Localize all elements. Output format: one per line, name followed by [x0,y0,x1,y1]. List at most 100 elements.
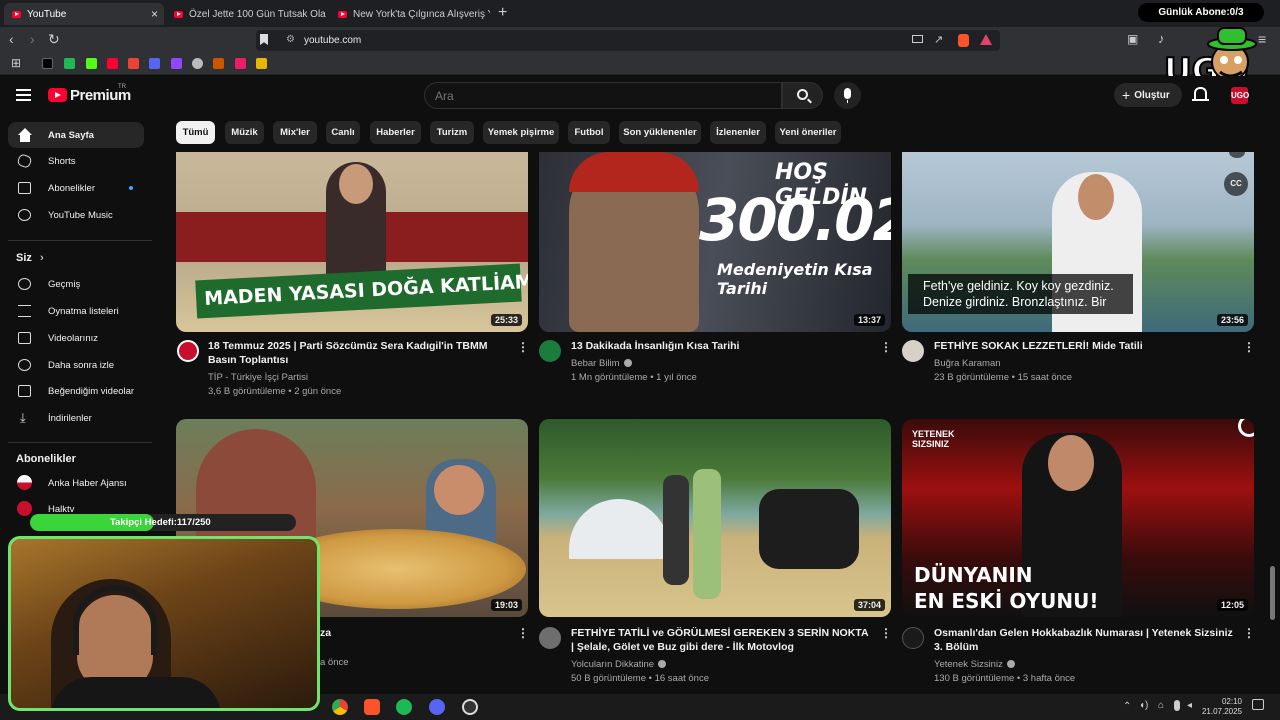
video-title[interactable]: 18 Temmuz 2025 | Parti Sözcümüz Sera Kad… [208,339,513,367]
mute-icon[interactable] [1229,152,1245,158]
chip-tourism[interactable]: Turizm [430,121,474,144]
brave-rewards-icon[interactable] [980,34,992,45]
video-title[interactable]: FETHİYE TATİLİ ve GÖRÜLMESİ GEREKEN 3 SE… [571,626,871,654]
sidebar-item-liked-videos[interactable]: Beğendiğim videolar [8,378,144,404]
channel-avatar[interactable] [539,627,561,649]
notification-center-icon[interactable] [1252,699,1264,710]
more-options-icon[interactable]: ⋮ [517,627,529,639]
sidebar-item-shorts[interactable]: Shorts [8,148,144,174]
chip-live[interactable]: Canlı [326,121,360,144]
kick-bookmark-icon[interactable] [86,58,97,69]
sidebar-item-downloads[interactable]: ⤓ İndirilenler [8,405,144,431]
chip-all[interactable]: Tümü [176,121,215,144]
channel-avatar[interactable] [177,340,199,362]
gmail-bookmark-icon[interactable] [128,58,139,69]
network-icon[interactable]: ⌂ [1158,700,1164,711]
bookmark-icon[interactable] [213,58,224,69]
bookmark-icon[interactable] [64,58,75,69]
apps-grid-icon[interactable]: ⊞ [11,56,21,70]
channel-avatar[interactable] [902,340,924,362]
captions-cc-icon[interactable]: CC [1224,172,1248,196]
tab-youtube[interactable]: YouTube × [4,3,164,25]
close-icon[interactable]: × [151,7,158,21]
sidebar-item-subscriptions[interactable]: Abonelikler [8,175,144,201]
video-title[interactable]: FETHİYE SOKAK LEZZETLERİ! Mide Tatili [934,339,1234,353]
chrome-icon[interactable] [332,699,348,715]
channel-avatar[interactable] [902,627,924,649]
channel-name[interactable]: TİP - Türkiye İşçi Partisi [208,372,308,383]
new-tab-button[interactable]: + [498,4,507,22]
address-bar[interactable]: ⚙ youtube.com ↗ [256,30,1000,51]
folder-icon[interactable] [256,58,267,69]
notifications-icon[interactable] [1192,87,1209,101]
channel-name[interactable]: Yetenek Sizsiniz [934,659,1015,670]
twitch-bookmark-icon[interactable] [171,58,182,69]
video-thumbnail[interactable]: HOŞ GELDİN 300.024 Medeniyetin Kısa Tari… [539,152,891,332]
share-icon[interactable]: ↗ [934,33,943,46]
brave-shields-icon[interactable] [958,34,969,47]
reload-icon[interactable]: ↻ [48,32,60,46]
volume-icon[interactable]: ◖) [1139,700,1148,711]
search-input[interactable] [424,82,782,109]
video-thumbnail[interactable]: Feth'ye geldiniz. Koy koy gezdiniz. Deni… [902,152,1254,332]
channel-avatar[interactable] [539,340,561,362]
video-title[interactable]: za [320,626,331,640]
video-title[interactable]: 13 Dakikada İnsanlığın Kısa Tarihi [571,339,871,353]
tray-chevron-icon[interactable]: ⌃ [1123,701,1131,712]
sidebar-item-channel[interactable]: Anka Haber Ajansı [8,470,144,496]
youtube-logo-icon[interactable] [48,88,67,102]
video-thumbnail[interactable]: YETENEK SIZSINIZ DÜNYANIN EN ESKİ OYUNU!… [902,419,1254,617]
system-clock[interactable]: 02:10 21.07.2025 [1198,697,1242,717]
voice-search-icon[interactable] [834,82,861,109]
chip-recently-uploaded[interactable]: Son yüklenenler [619,121,701,144]
search-button[interactable] [782,82,823,109]
back-icon[interactable]: ‹ [9,32,14,46]
video-title[interactable]: Osmanlı'dan Gelen Hokkabazlık Numarası |… [934,626,1244,654]
speaker-icon[interactable]: ◂ [1187,700,1192,711]
youtube-bookmark-icon[interactable] [107,58,118,69]
channel-name[interactable]: Yolcuların Dikkatine [571,659,667,670]
chip-music[interactable]: Müzik [225,121,264,144]
x-bookmark-icon[interactable] [42,58,53,69]
sidebar-item-playlists[interactable]: Oynatma listeleri [8,298,144,324]
more-options-icon[interactable]: ⋮ [880,341,892,353]
more-options-icon[interactable]: ⋮ [1243,341,1255,353]
more-options-icon[interactable]: ⋮ [517,341,529,353]
bookmark-icon[interactable] [235,58,246,69]
sidebar-item-history[interactable]: Geçmiş [8,271,144,297]
cast-icon[interactable] [912,35,923,43]
chip-watched[interactable]: İzlenenler [710,121,766,144]
scrollbar-thumb[interactable] [1270,566,1275,620]
sidebar-item-youtube-music[interactable]: YouTube Music [8,202,144,228]
obs-icon[interactable] [462,699,478,715]
bookmark-icon[interactable] [260,34,268,45]
sidebar-toggle-icon[interactable]: ▣ [1127,32,1138,46]
bookmark-icon[interactable] [192,58,203,69]
discord-bookmark-icon[interactable] [149,58,160,69]
forward-icon[interactable]: › [30,32,35,46]
channel-name[interactable]: Buğra Karaman [934,358,1001,369]
tab-video-2[interactable]: Özel Jette 100 Gün Tutsak Olarak Ha [166,3,326,25]
video-thumbnail[interactable]: MADEN YASASI DOĞA KATLİAMIDIR! 25:33 [176,152,528,332]
sidebar-you-heading[interactable]: Siz › [16,252,44,264]
tab-video-3[interactable]: New York'ta Çılgınca Alışveriş Yaptım [330,3,490,25]
create-button[interactable]: + Oluştur [1114,83,1182,107]
sidebar-item-your-videos[interactable]: Videolarınız [8,325,144,351]
chip-news[interactable]: Haberler [370,121,421,144]
chip-cooking[interactable]: Yemek pişirme [483,121,559,144]
chip-new-to-you[interactable]: Yeni öneriler [775,121,841,144]
sidebar-item-watch-later[interactable]: Daha sonra izle [8,352,144,378]
site-info-icon[interactable]: ⚙ [286,34,295,45]
discord-icon[interactable] [429,699,445,715]
channel-name[interactable]: Bebar Bilim [571,358,632,369]
avatar[interactable]: UGO [1231,87,1249,104]
video-thumbnail[interactable]: 37:04 [539,419,891,617]
hamburger-menu-icon[interactable] [16,89,31,101]
more-options-icon[interactable]: ⋮ [880,627,892,639]
chip-mixes[interactable]: Mix'ler [273,121,317,144]
brave-icon[interactable] [364,699,380,715]
spotify-icon[interactable] [396,699,412,715]
microphone-icon[interactable] [1174,700,1180,711]
chip-football[interactable]: Futbol [568,121,610,144]
sidebar-item-home[interactable]: Ana Sayfa [8,122,144,148]
